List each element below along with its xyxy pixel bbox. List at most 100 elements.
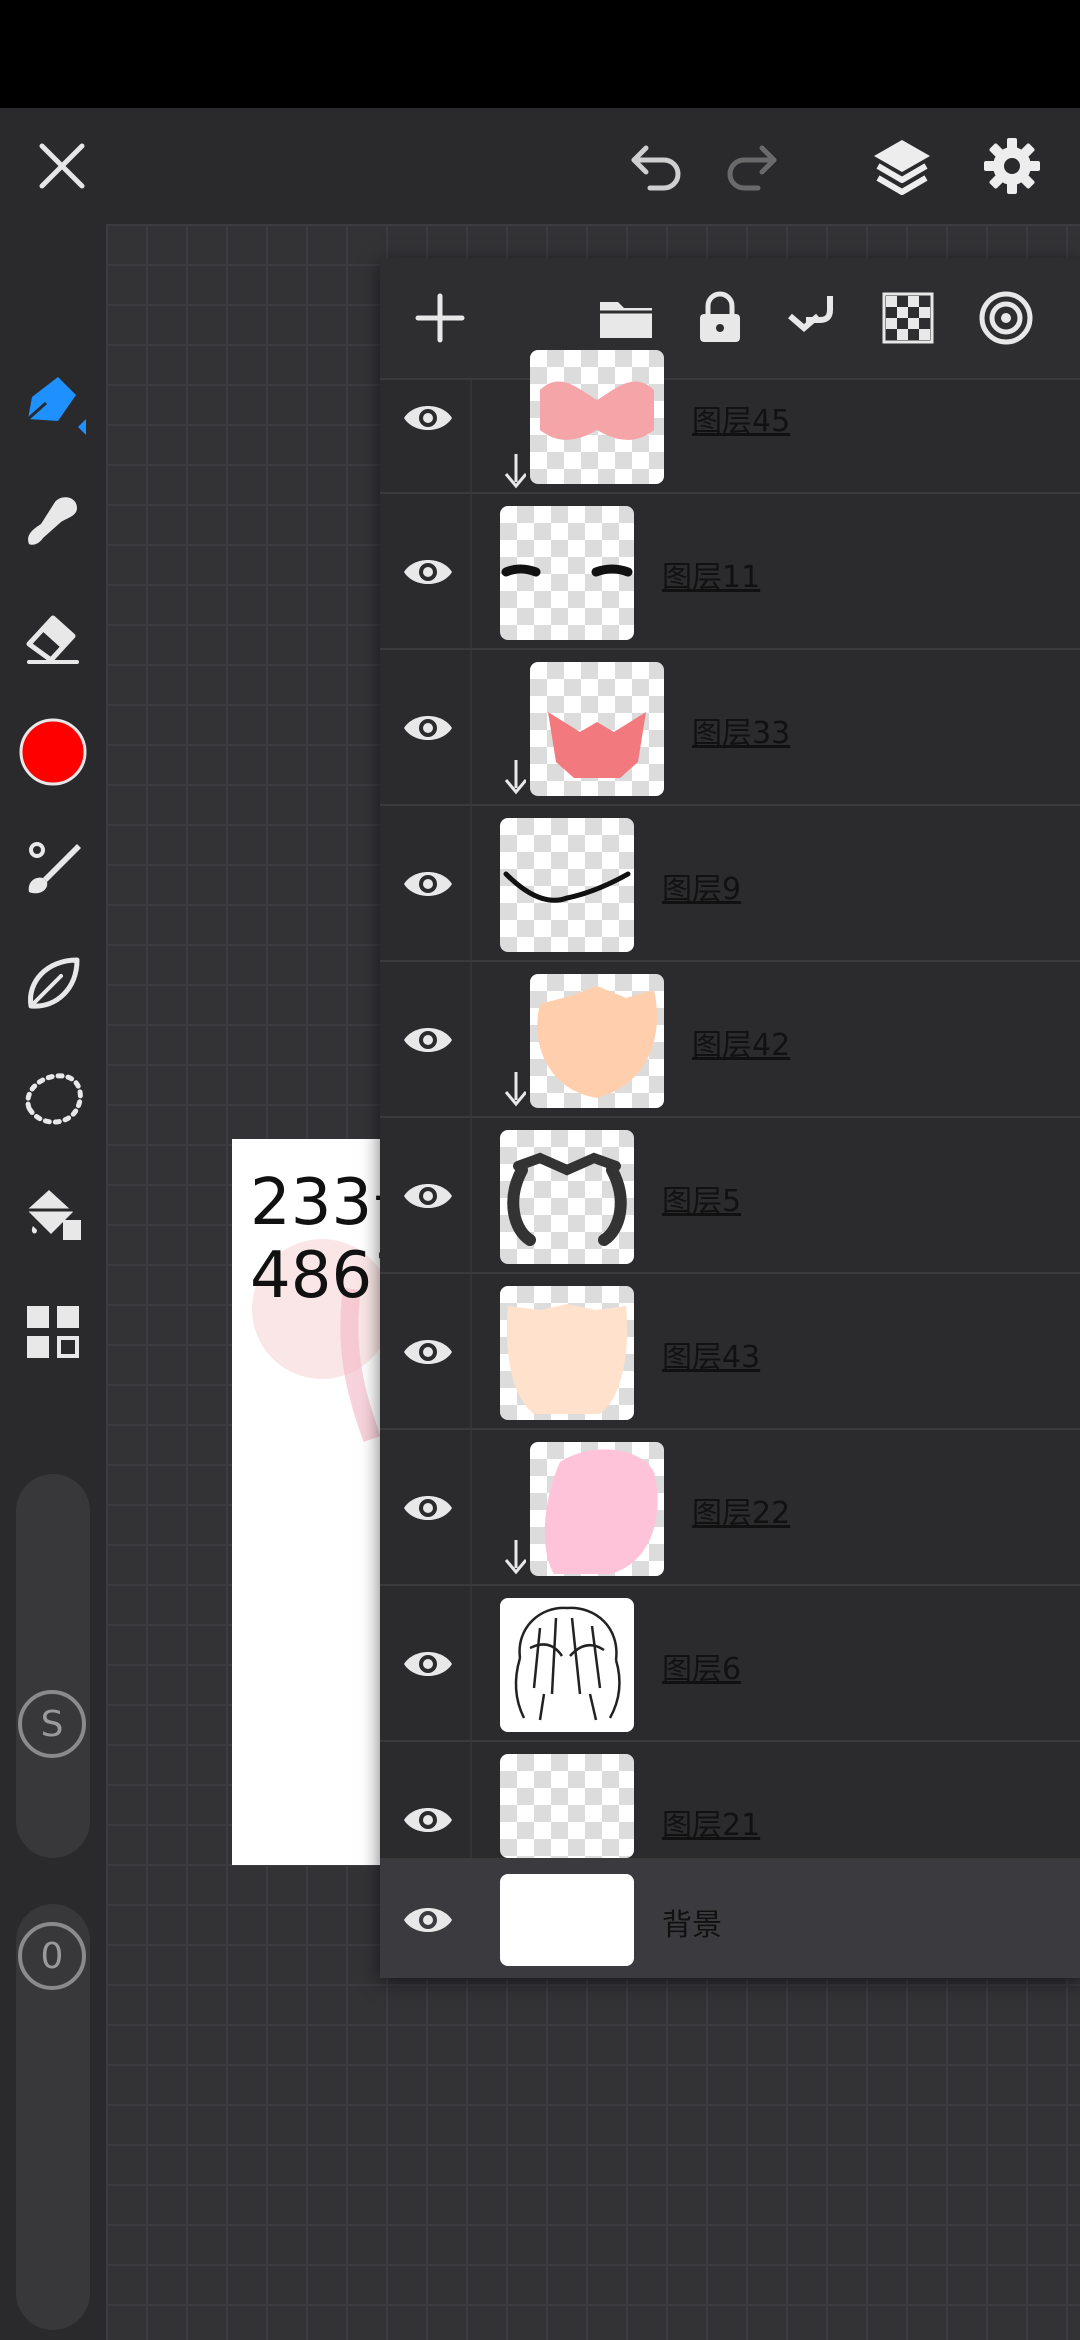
merge-down-button[interactable] (778, 282, 850, 354)
folder-icon (600, 302, 652, 338)
layer-row[interactable]: 图层43 (380, 1272, 1080, 1428)
layer-thumbnail (500, 1754, 634, 1858)
layer-row[interactable]: 图层45 (380, 350, 1080, 492)
merge-down-icon (788, 296, 833, 332)
row-separator (470, 1586, 472, 1740)
eye-icon (404, 1652, 452, 1676)
eye-icon (404, 1908, 452, 1932)
row-separator (470, 494, 472, 648)
brush-tool[interactable] (13, 828, 93, 908)
layer-thumbnail (530, 974, 664, 1108)
clipping-arrow-icon (504, 760, 526, 795)
thumbnail-art (501, 564, 633, 577)
layer-thumbnail (530, 1442, 664, 1576)
eraser-icon (26, 615, 79, 664)
visibility-toggle[interactable] (394, 1006, 462, 1074)
fill-tool[interactable] (13, 1176, 93, 1256)
layer-row[interactable]: 图层11 (380, 492, 1080, 648)
transparency-button[interactable] (872, 282, 944, 354)
thumbnail-art (540, 381, 654, 440)
visibility-toggle[interactable] (394, 850, 462, 918)
eye-icon (404, 872, 452, 896)
eye-icon (404, 716, 452, 740)
layer-name: 图层9 (662, 872, 742, 907)
visibility-toggle[interactable] (394, 1318, 462, 1386)
visibility-toggle[interactable] (394, 1162, 462, 1230)
clipping-arrow-icon (504, 454, 526, 489)
lasso-tool[interactable] (13, 1060, 93, 1140)
eye-icon (404, 1028, 452, 1052)
layer-thumbnail (500, 1598, 634, 1732)
layer-name: 图层11 (662, 560, 761, 595)
layer-name: 图层22 (692, 1496, 791, 1531)
row-separator (470, 1118, 472, 1272)
visibility-toggle[interactable] (394, 1474, 462, 1542)
eye-icon (404, 1340, 452, 1364)
layer-row[interactable]: 图层33 (380, 648, 1080, 804)
target-icon (979, 291, 1033, 345)
visibility-toggle[interactable] (394, 1786, 462, 1854)
add-layer-button[interactable] (404, 282, 476, 354)
opacity-knob[interactable]: 0 (18, 1922, 86, 1990)
undo-button[interactable] (620, 130, 692, 202)
visibility-toggle[interactable] (394, 1886, 462, 1954)
thumbnail-art (548, 712, 646, 778)
left-toolbar: S 0 (0, 224, 106, 2340)
layer-thumbnail (530, 350, 664, 484)
row-separator (470, 1274, 472, 1428)
layer-row[interactable]: 图层21 (380, 1740, 1080, 1858)
settings-button[interactable] (976, 130, 1048, 202)
visibility-toggle[interactable] (394, 384, 462, 452)
layer-name: 背景 (662, 1908, 722, 1943)
layer-row[interactable]: 图层22 (380, 1428, 1080, 1584)
row-separator (470, 806, 472, 960)
lock-layer-button[interactable] (684, 282, 756, 354)
artwork-text-line2: 486125 (250, 1239, 382, 1313)
layer-row[interactable]: 图层42 (380, 960, 1080, 1116)
eye-icon (404, 1496, 452, 1520)
layer-row[interactable]: 图层6 (380, 1584, 1080, 1740)
layer-row-background[interactable]: 背景 (380, 1858, 1080, 1978)
thumbnail-art (514, 1606, 621, 1721)
add-folder-button[interactable] (590, 282, 662, 354)
row-separator (470, 650, 472, 804)
redo-button[interactable] (716, 130, 788, 202)
leaf-tool[interactable] (13, 944, 93, 1024)
layer-row[interactable]: 图层9 (380, 804, 1080, 960)
redo-icon (727, 145, 777, 191)
layout-tool[interactable] (13, 1292, 93, 1372)
layer-thumbnail (500, 1874, 634, 1966)
status-bar (0, 0, 1080, 108)
top-toolbar (0, 108, 1080, 224)
smudge-icon (28, 497, 77, 545)
layer-thumbnail (500, 818, 634, 952)
color-icon (19, 718, 87, 786)
pen-tool[interactable] (13, 364, 93, 444)
clipping-arrow-icon (504, 1540, 526, 1575)
undo-icon (631, 145, 681, 191)
layer-row[interactable]: 图层5 (380, 1116, 1080, 1272)
paint-bucket-icon (27, 1190, 81, 1240)
thumbnail-art (506, 1304, 628, 1414)
brush-size-slider[interactable] (16, 1474, 90, 1858)
row-separator (470, 380, 472, 492)
artwork-canvas[interactable]: 233号:2 486125 (232, 1139, 382, 1865)
layer-thumbnail (530, 662, 664, 796)
plus-icon (415, 293, 465, 343)
visibility-toggle[interactable] (394, 1630, 462, 1698)
color-swatch[interactable] (13, 712, 93, 792)
visibility-toggle[interactable] (394, 694, 462, 762)
grid-icon (27, 1306, 79, 1358)
thumbnail-art (537, 986, 658, 1098)
reference-button[interactable] (970, 282, 1042, 354)
layer-thumbnail (500, 506, 634, 640)
eraser-tool[interactable] (13, 596, 93, 676)
close-button[interactable] (26, 130, 98, 202)
brush-size-knob[interactable]: S (18, 1690, 86, 1758)
layers-button[interactable] (866, 130, 938, 202)
thumbnail-art (503, 871, 631, 903)
visibility-toggle[interactable] (394, 538, 462, 606)
gear-icon (984, 138, 1040, 194)
smudge-tool[interactable] (13, 480, 93, 560)
app-window: 233号:2 486125 (0, 108, 1080, 2340)
